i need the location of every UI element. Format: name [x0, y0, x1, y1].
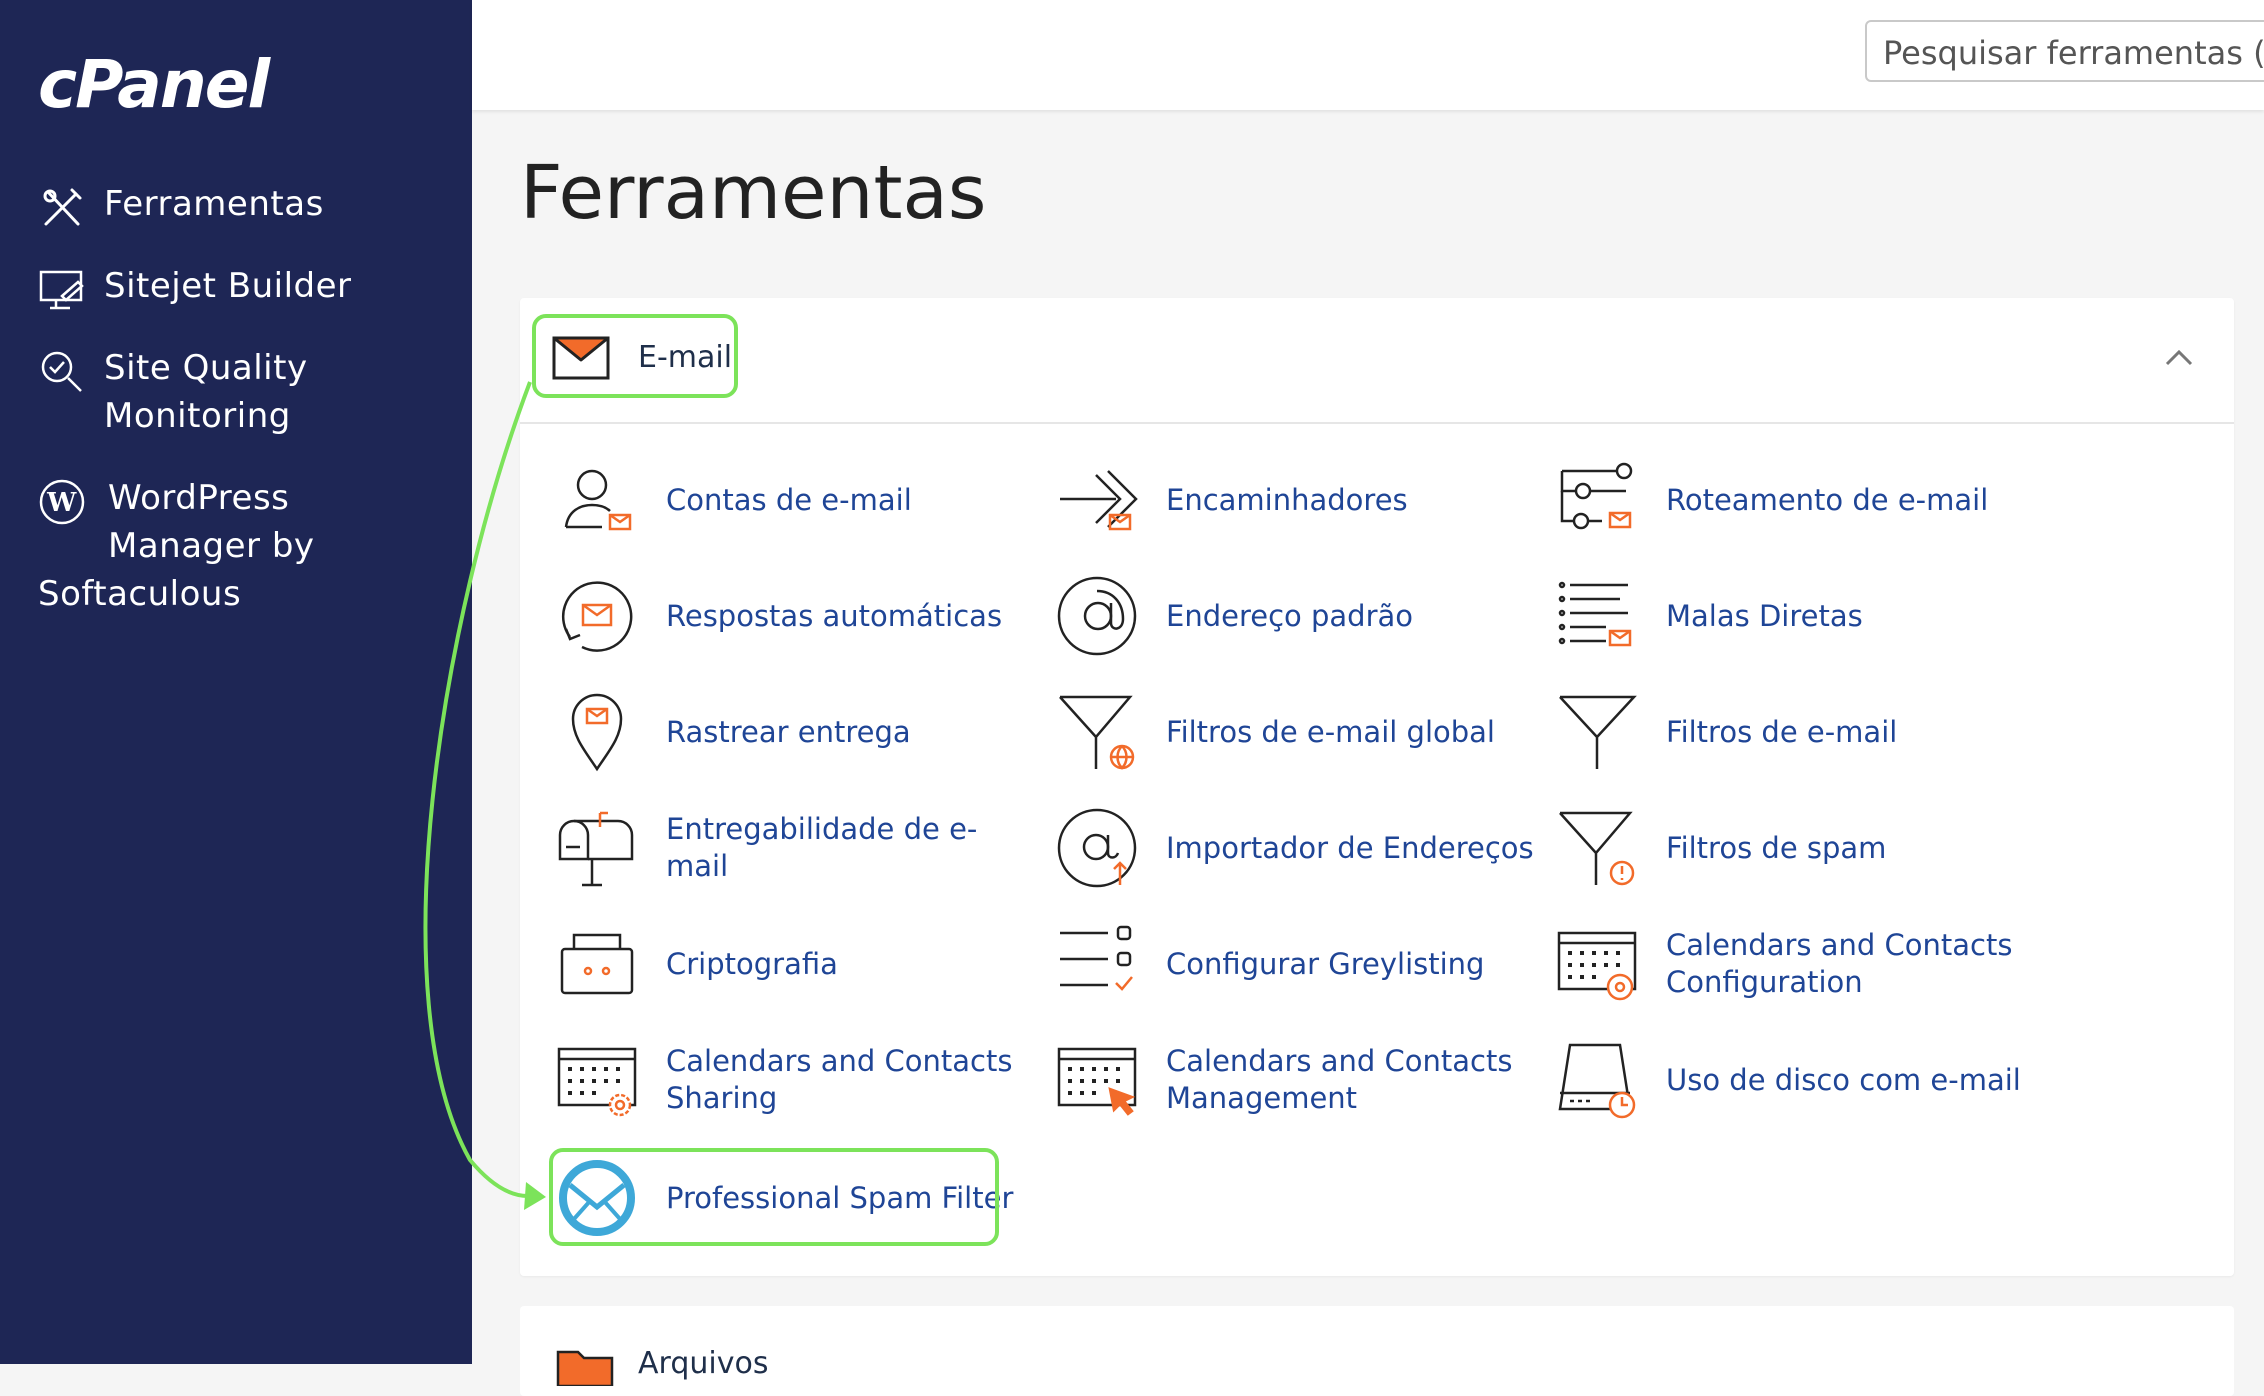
filter-alert-icon	[1559, 811, 1635, 886]
tool-label: Calendars and Contacts Configuration	[1666, 927, 2036, 1001]
filter-globe-icon	[1059, 695, 1135, 770]
sidebar: cPanel Ferramentas Sitejet Builder Site …	[0, 0, 472, 1364]
tool-label: Configurar Greylisting	[1166, 946, 1485, 981]
cpanel-logo[interactable]: cPanel	[38, 46, 270, 123]
page-title: Ferramentas	[520, 150, 987, 236]
files-section[interactable]: Arquivos	[520, 1306, 2234, 1396]
tool-contas-email[interactable]: Contas de e-mail	[556, 460, 1036, 540]
highlight-spam-filter	[549, 1148, 999, 1246]
mailbox-icon	[558, 811, 634, 887]
at-upload-icon	[1057, 808, 1137, 888]
tool-endereco-padrao[interactable]: Endereço padrão	[1056, 576, 1536, 656]
tool-filtros-global[interactable]: Filtros de e-mail global	[1056, 692, 1536, 772]
tool-label: Entregabilidade de e-mail	[666, 812, 978, 883]
sidebar-item-label: Ferramentas	[104, 184, 324, 224]
tool-label-line2: Management	[1166, 1081, 1358, 1115]
user-mail-icon	[564, 469, 632, 531]
calendar-at-icon	[1557, 931, 1637, 1001]
tool-label: Filtros de spam	[1666, 830, 1887, 865]
tool-label: Criptografia	[666, 946, 838, 981]
tool-encaminhadores[interactable]: Encaminhadores	[1056, 460, 1536, 540]
tool-greylisting[interactable]: Configurar Greylisting	[1056, 924, 1536, 1004]
disk-clock-icon	[1558, 1043, 1636, 1119]
sidebar-item-label-line2: Manager by	[108, 526, 315, 566]
monitor-edit-icon	[39, 270, 84, 310]
tool-respostas[interactable]: Respostas automáticas	[556, 576, 1036, 656]
routing-icon	[1560, 462, 1633, 530]
magnifier-check-icon	[41, 351, 82, 392]
tool-importador[interactable]: Importador de Endereços	[1056, 808, 1536, 888]
tool-label: Contas de e-mail	[666, 482, 912, 517]
forward-icon	[1060, 470, 1138, 531]
folder-icon	[556, 1350, 614, 1386]
search-input[interactable]: Pesquisar ferramentas (/)	[1865, 20, 2264, 82]
tool-calendars-management[interactable]: Calendars and Contacts Management	[1056, 1040, 1536, 1120]
sidebar-item-site-quality[interactable]: Site Quality Monitoring	[38, 344, 458, 440]
tool-calendars-config[interactable]: Calendars and Contacts Configuration	[1556, 924, 2036, 1004]
filter-icon	[1559, 695, 1637, 769]
sidebar-item-label-line2: Monitoring	[104, 396, 291, 436]
tool-label: Calendars and Contacts Management	[1166, 1043, 1536, 1117]
svg-text:W: W	[46, 488, 77, 518]
tool-label-line1: Calendars and Contacts	[1666, 928, 2013, 962]
pin-mail-icon	[571, 693, 623, 772]
tool-label: Roteamento de e-mail	[1666, 482, 1989, 517]
tool-label: Filtros de e-mail	[1666, 714, 1898, 749]
sidebar-item-label-line1: Site Quality	[104, 348, 308, 388]
tool-filtros-email[interactable]: Filtros de e-mail	[1556, 692, 2036, 772]
email-section: E-mail	[520, 298, 2234, 1276]
sidebar-item-sitejet[interactable]: Sitejet Builder	[38, 262, 458, 310]
tool-roteamento[interactable]: Roteamento de e-mail	[1556, 460, 2036, 540]
sidebar-item-wordpress[interactable]: W WordPress Manager by Softaculous	[38, 474, 458, 618]
chevron-up-icon[interactable]	[2164, 346, 2194, 370]
tool-label: Endereço padrão	[1166, 598, 1414, 633]
sidebar-item-label-line3: Softaculous	[38, 574, 242, 614]
tool-label: Importador de Endereços	[1166, 830, 1534, 865]
sidebar-nav: Ferramentas Sitejet Builder Site Quality…	[38, 180, 458, 652]
tool-label: Calendars and Contacts Sharing	[666, 1043, 1036, 1117]
tool-entregabilidade[interactable]: Entregabilidade de e-mail	[556, 808, 1036, 888]
checklist-icon	[1060, 925, 1133, 991]
tool-filtros-spam[interactable]: Filtros de spam	[1556, 808, 2036, 888]
tools-icon	[43, 188, 82, 226]
at-icon	[1057, 576, 1137, 656]
email-section-header[interactable]: E-mail	[520, 298, 2234, 424]
tool-label: Malas Diretas	[1666, 598, 1863, 633]
tool-label: Filtros de e-mail global	[1166, 714, 1495, 749]
tool-label: Encaminhadores	[1166, 482, 1408, 517]
sidebar-item-label: Sitejet Builder	[104, 266, 352, 306]
tool-label: Respostas automáticas	[666, 598, 1003, 633]
calendar-cursor-icon	[1057, 1047, 1137, 1116]
tool-rastrear-entrega[interactable]: Rastrear entrega	[556, 692, 1036, 772]
highlight-email	[532, 314, 738, 398]
calendar-gear-icon	[557, 1047, 637, 1117]
tool-label-line1: Calendars and Contacts	[666, 1044, 1013, 1078]
wordpress-icon: W	[39, 479, 85, 525]
autoresponder-icon	[562, 581, 633, 652]
tool-label: Uso de disco com e-mail	[1666, 1062, 2021, 1097]
tool-label-line1: Calendars and Contacts	[1166, 1044, 1513, 1078]
tool-criptografia[interactable]: Criptografia	[556, 924, 1036, 1004]
tool-calendars-sharing[interactable]: Calendars and Contacts Sharing	[556, 1040, 1036, 1120]
briefcase-icon	[560, 933, 634, 995]
tool-label-line2: Sharing	[666, 1081, 778, 1115]
tool-uso-disco[interactable]: Uso de disco com e-mail	[1556, 1040, 2036, 1120]
tool-malas-diretas[interactable]: Malas Diretas	[1556, 576, 2036, 656]
list-mail-icon	[1558, 581, 1632, 647]
tool-label: Rastrear entrega	[666, 714, 911, 749]
sidebar-item-ferramentas[interactable]: Ferramentas	[38, 180, 458, 228]
tool-label-line2: Configuration	[1666, 965, 1863, 999]
